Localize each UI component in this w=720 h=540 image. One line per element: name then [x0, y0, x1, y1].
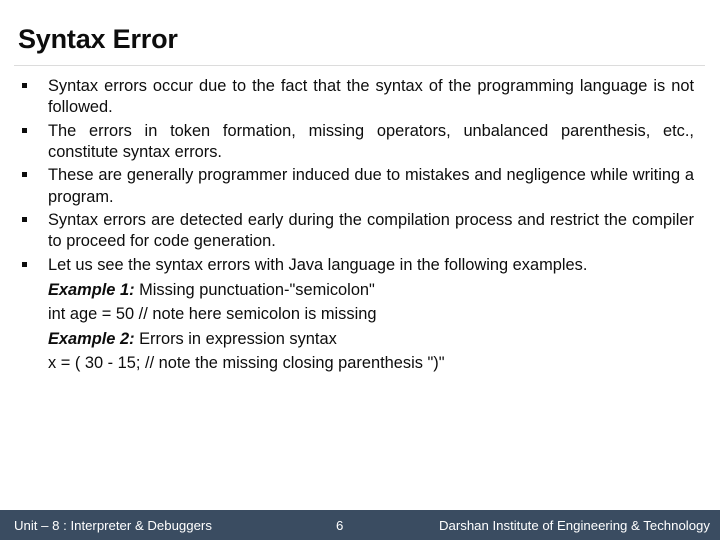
example-1-code: int age = 50 // note here semicolon is m…: [0, 304, 720, 325]
footer-unit-label: Unit – 8 : Interpreter & Debuggers: [14, 517, 212, 533]
bullet-square-icon: [22, 261, 27, 267]
footer-page-number: 6: [336, 517, 344, 533]
example-1-label: Example 1:: [48, 280, 135, 299]
title-divider: [14, 65, 705, 66]
example-1-code-text: int age = 50 // note here semicolon is m…: [48, 305, 377, 324]
example-2-label: Example 2:: [48, 329, 135, 348]
footer-institute-label: Darshan Institute of Engineering & Techn…: [438, 517, 710, 533]
list-item: Let us see the syntax errors with Java l…: [0, 255, 720, 276]
page-title: Syntax Error: [18, 24, 178, 54]
example-1-heading: Example 1: Missing punctuation-"semicolo…: [0, 280, 720, 301]
example-2-heading: Example 2: Errors in expression syntax: [0, 329, 720, 350]
list-item: Syntax errors occur due to the fact that…: [0, 76, 720, 119]
bullet-square-icon: [22, 216, 27, 222]
bullet-square-icon: [22, 83, 27, 88]
list-item: Syntax errors are detected early during …: [0, 210, 720, 253]
list-item-text: Syntax errors are detected early during …: [48, 210, 694, 251]
slide: Syntax Error Syntax errors occur due to …: [0, 0, 720, 540]
example-2-text: Errors in expression syntax: [134, 329, 337, 348]
list-item: The errors in token formation, missing o…: [0, 121, 720, 164]
example-1-text: Missing punctuation-"semicolon": [134, 280, 375, 299]
slide-footer: Unit – 8 : Interpreter & Debuggers 6 Dar…: [0, 510, 720, 540]
list-item-text: Let us see the syntax errors with Java l…: [48, 255, 588, 274]
list-item-text: These are generally programmer induced d…: [48, 166, 694, 206]
bullet-square-icon: [22, 172, 27, 178]
example-lines: Example 1: Missing punctuation-"semicolo…: [0, 280, 720, 374]
slide-body: Syntax errors occur due to the fact that…: [0, 76, 720, 377]
example-2-code: x = ( 30 - 15; // note the missing closi…: [0, 353, 720, 374]
list-item: These are generally programmer induced d…: [0, 165, 720, 208]
list-item-text: The errors in token formation, missing o…: [48, 121, 694, 161]
title-area: Syntax Error: [0, 0, 720, 66]
bullet-square-icon: [22, 127, 27, 133]
list-item-text: Syntax errors occur due to the fact that…: [48, 77, 694, 117]
bullet-list: Syntax errors occur due to the fact that…: [0, 76, 720, 276]
example-2-code-text: x = ( 30 - 15; // note the missing closi…: [48, 353, 445, 372]
